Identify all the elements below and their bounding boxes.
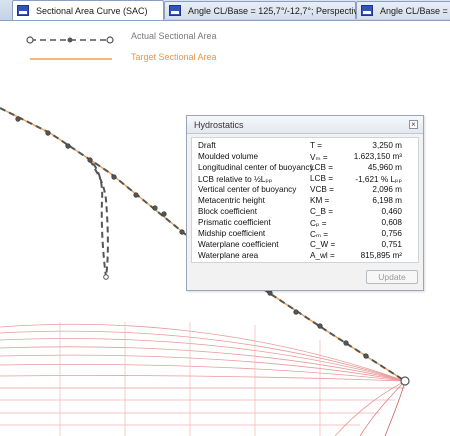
row-lcb: Longitudinal center of buoyancy LCB = 45…: [192, 163, 418, 174]
row-label: Midship coefficient: [198, 229, 266, 238]
row-metacentric-height: Metacentric height KM = 6,198 m: [192, 196, 418, 207]
row-block-coefficient: Block coefficient C_B = 0,460: [192, 207, 418, 218]
row-value: 0,756: [381, 229, 403, 238]
row-lcb-relative: LCB relative to ½Lₚₚ LCB = -1,621 % Lₚₚ: [192, 174, 418, 185]
hull-lines: [0, 323, 406, 436]
row-vcb: Vertical center of buoyancy VCB = 2,096 …: [192, 185, 418, 196]
hydrostatics-panel: Hydrostatics × Draft T = 3,250 m Moulded…: [186, 115, 424, 291]
row-label: Waterplane coefficient: [198, 240, 279, 249]
close-icon[interactable]: ×: [409, 120, 418, 129]
endpoint-handle[interactable]: [400, 376, 410, 386]
row-symbol: C_W =: [310, 240, 336, 249]
update-button[interactable]: Update: [366, 270, 418, 284]
legend-actual-swatch: [26, 36, 114, 44]
row-waterplane-area: Waterplane area A_wl = 815,895 m²: [192, 251, 418, 262]
row-label: Prismatic coefficient: [198, 218, 271, 227]
row-symbol: VCB =: [310, 185, 334, 194]
row-value: 6,198 m: [372, 196, 402, 205]
row-value: 0,751: [381, 240, 403, 249]
row-label: Waterplane area: [198, 251, 259, 260]
row-symbol: Vₘ =: [310, 153, 328, 162]
row-value: 3,250 m: [372, 141, 402, 150]
row-label: Block coefficient: [198, 207, 258, 216]
panel-title: Hydrostatics: [187, 116, 423, 134]
row-value: 0,460: [381, 207, 403, 216]
row-value: 2,096 m: [372, 185, 402, 194]
legend-target-label: Target Sectional Area: [131, 52, 217, 62]
legend-actual-label: Actual Sectional Area: [131, 31, 217, 41]
row-prismatic-coefficient: Prismatic coefficient Cₚ = 0,608: [192, 218, 418, 229]
row-label: LCB relative to ½Lₚₚ: [198, 175, 273, 184]
row-symbol: Cₘ =: [310, 230, 329, 239]
control-polygon-loop: [89, 159, 109, 278]
row-symbol: C_B =: [310, 207, 333, 216]
row-label: Draft: [198, 141, 216, 150]
row-label: Metacentric height: [198, 196, 265, 205]
row-symbol: KM =: [310, 196, 330, 205]
hydrostatics-table: Draft T = 3,250 m Moulded volume Vₘ = 1.…: [191, 137, 419, 263]
row-label: Longitudinal center of buoyancy: [198, 163, 314, 172]
row-value: 815,895 m²: [360, 251, 402, 260]
row-waterplane-coefficient: Waterplane coefficient C_W = 0,751: [192, 240, 418, 251]
row-symbol: LCB =: [310, 174, 333, 183]
row-midship-coefficient: Midship coefficient Cₘ = 0,756: [192, 229, 418, 240]
row-moulded-volume: Moulded volume Vₘ = 1.623,150 m³: [192, 152, 418, 163]
row-draft: Draft T = 3,250 m: [192, 141, 418, 152]
row-value: 45,960 m: [367, 163, 402, 172]
row-symbol: Cₚ =: [310, 219, 327, 228]
row-value: 0,608: [381, 218, 403, 227]
row-label: Moulded volume: [198, 152, 259, 161]
row-value: 1.623,150 m³: [353, 152, 402, 161]
tab-sectional-area-curve[interactable]: Sectional Area Curve (SAC): [12, 0, 164, 20]
tab-label: Sectional Area Curve (SAC): [36, 5, 148, 16]
row-symbol: T =: [310, 141, 322, 150]
view-icon: [17, 5, 29, 16]
row-value: -1,621 % Lₚₚ: [355, 175, 402, 184]
row-symbol: A_wl =: [310, 251, 335, 260]
row-symbol: LCB =: [310, 163, 333, 172]
row-label: Vertical center of buoyancy: [198, 185, 297, 194]
